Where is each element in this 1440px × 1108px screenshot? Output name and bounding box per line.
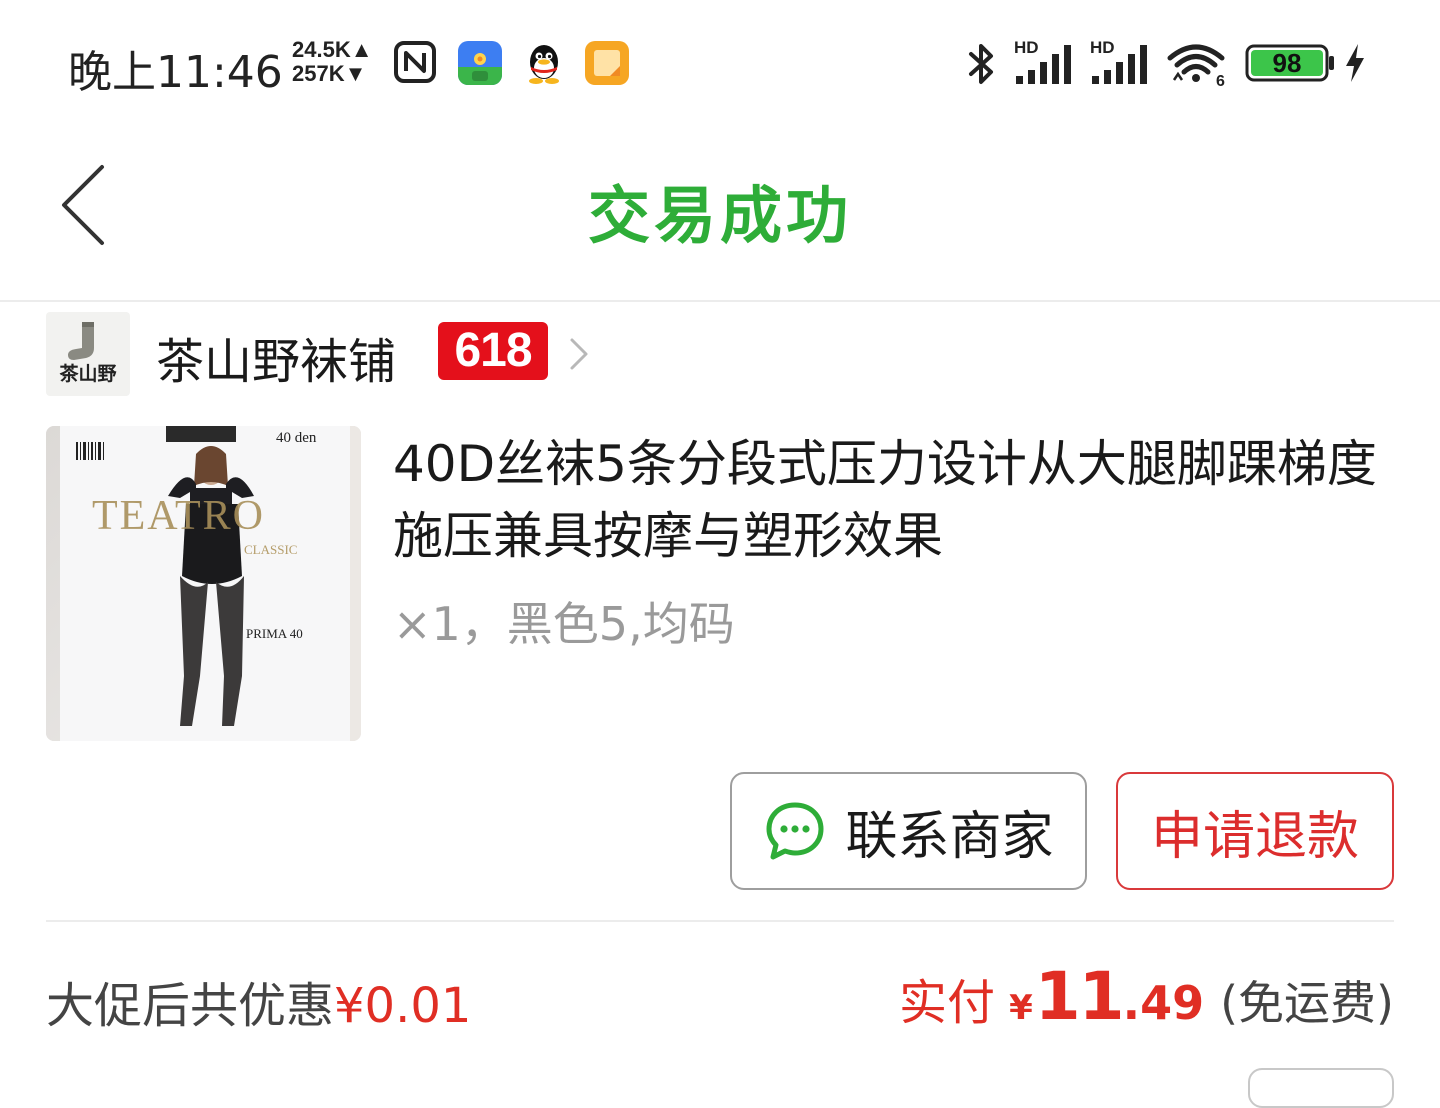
contact-seller-label: 联系商家 [845,806,1054,867]
product-spec: ×1，黑色5,均码 [393,597,735,651]
refund-label: 申请退款 [1150,806,1359,867]
product-image[interactable]: 40 den TEATRO CLASSIC PRIMA 40 [46,426,361,741]
chevron-right-icon [570,338,588,370]
shop-logo: 茶山野 [46,312,130,396]
paid-currency: ¥ [1009,988,1033,1028]
notes-app-icon [585,41,629,85]
app-launcher-icon [458,41,502,85]
paid-amount: 实付 ¥ 11 .49 (免运费) [899,958,1394,1035]
charging-icon [1346,44,1364,82]
discount-value: ¥0.01 [334,978,472,1034]
battery-icon: 98 [1245,44,1337,82]
page-title: 交易成功 [587,179,852,252]
paid-decimal: .49 [1122,976,1205,1030]
nfc-icon [394,41,436,83]
paid-label: 实付 [899,975,996,1031]
shop-header[interactable]: 茶山野 茶山野袜铺 618 [46,310,646,398]
package-model: PRIMA 40 [246,626,303,641]
signal-icon-sim2: HD [1088,38,1154,86]
discount-summary: 大促后共优惠¥0.01 [46,966,471,1036]
paid-integer: 11 [1034,958,1125,1035]
qq-icon [529,45,559,84]
package-den-label: 40 den [276,430,317,446]
status-time: 晚上11:46 [68,47,283,98]
status-bar: 晚上11:46 24.5K▲ 257K▼ HD HD 6 98 [0,0,1440,125]
package-brand: TEATRO [92,493,265,539]
network-speed: 24.5K▲ 257K▼ [292,38,372,86]
promo-badge: 618 [438,322,548,380]
refund-button[interactable]: 申请退款 [1116,772,1394,890]
signal-icon: HD [1012,38,1078,86]
shop-logo-text: 茶山野 [59,363,117,385]
wifi-icon: 6 [1167,44,1225,88]
download-speed: 257K▼ [292,61,367,86]
shipping-note: (免运费) [1220,976,1394,1030]
nav-bar: 交易成功 [0,125,1440,302]
bluetooth-icon [969,44,993,84]
upload-speed: 24.5K▲ [292,37,373,62]
shop-name[interactable]: 茶山野袜铺 [156,322,396,392]
partial-button[interactable] [1248,1068,1394,1108]
product-title[interactable]: 40D丝袜5条分段式压力设计从大腿脚踝梯度施压兼具按摩与塑形效果 [393,428,1403,572]
divider [46,920,1394,922]
contact-seller-button[interactable]: 联系商家 [730,772,1087,890]
battery-level: 98 [1272,48,1302,78]
chat-bubble-icon [766,802,824,860]
discount-label: 大促后共优惠 [46,978,335,1034]
package-sub: CLASSIC [244,542,298,557]
wifi-6-label: 6 [1216,73,1225,88]
